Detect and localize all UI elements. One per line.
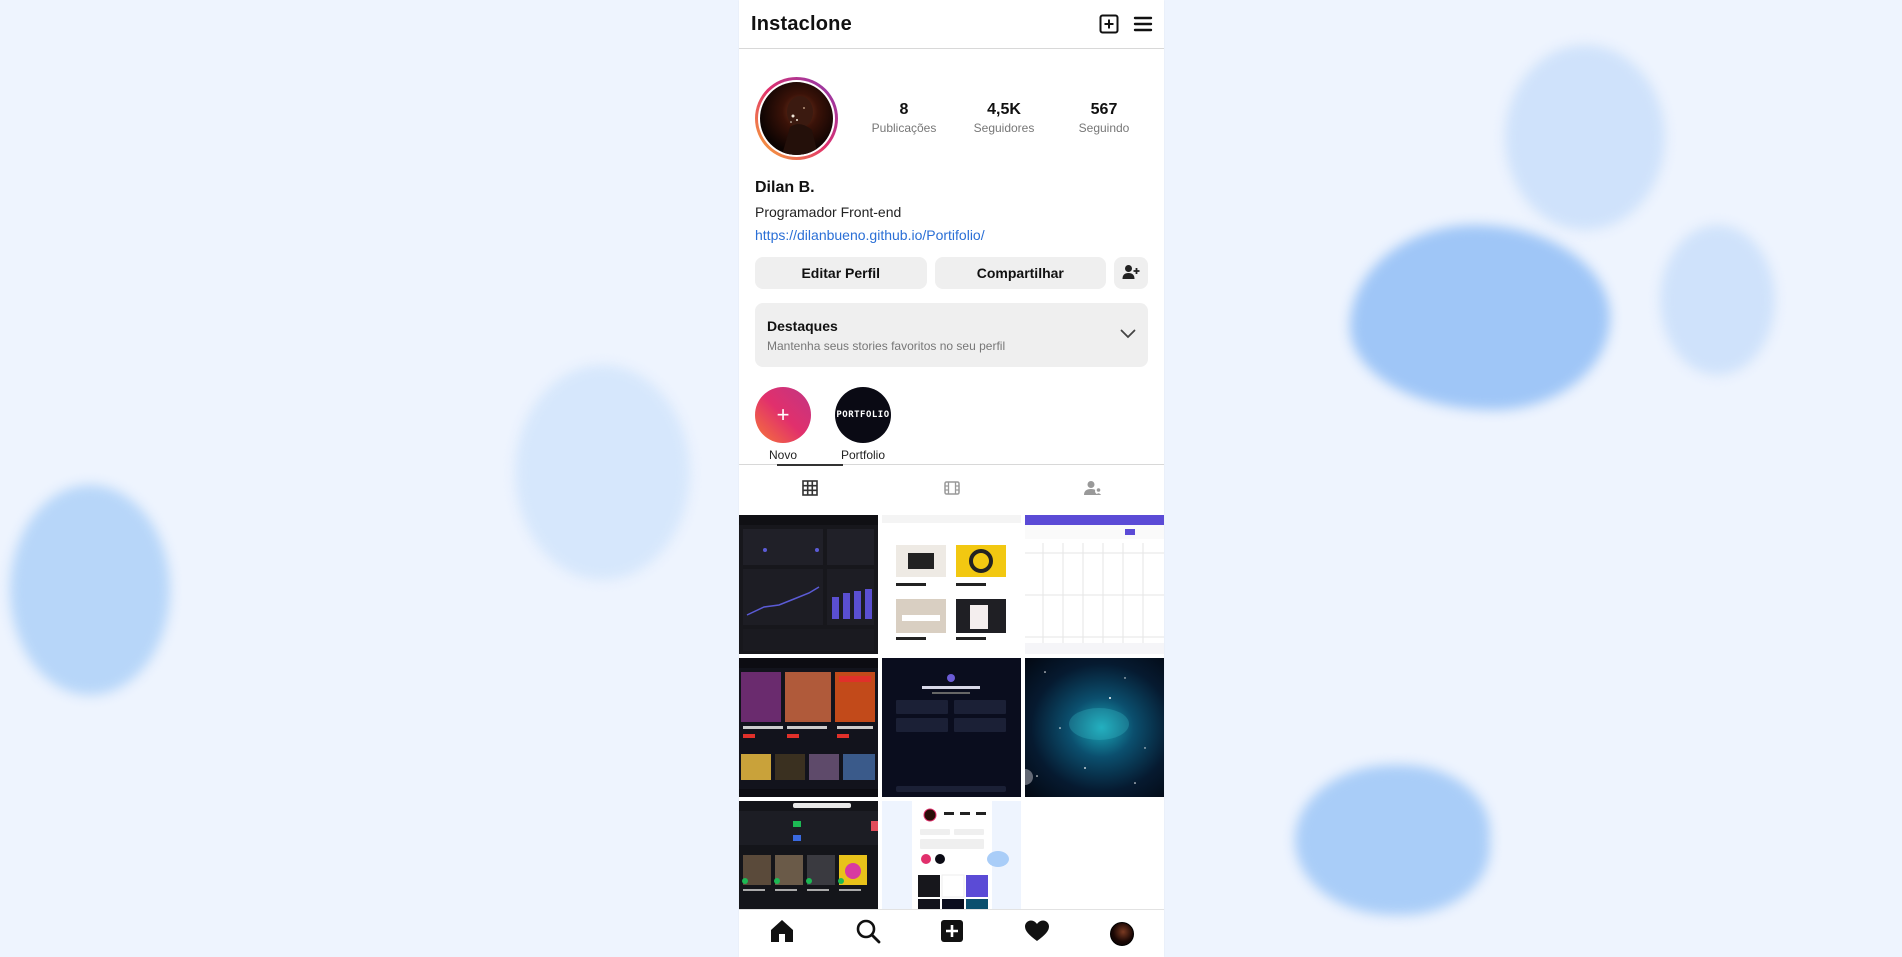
add-post-icon[interactable]	[940, 919, 964, 948]
posts-grid	[739, 515, 1164, 940]
highlights-subtitle: Mantenha seus stories favoritos no seu p…	[767, 338, 1006, 353]
profile-bio: Dilan B. Programador Front-end https://d…	[739, 167, 1164, 243]
edit-profile-button[interactable]: Editar Perfil	[755, 257, 927, 289]
background-blob	[1505, 45, 1665, 230]
background-blob	[1350, 225, 1610, 410]
app-frame: Instaclone 8 Publicações 4,5K Seguidores…	[739, 0, 1164, 957]
story-label: Portfolio	[840, 448, 886, 462]
reels-icon	[943, 480, 960, 501]
story-highlights: + Novo PORTFOLIO Portfolio	[739, 367, 1164, 462]
tab-reels[interactable]	[881, 465, 1023, 515]
add-friend-button[interactable]	[1114, 257, 1148, 289]
profile-link[interactable]: https://dilanbueno.github.io/Portifolio/	[755, 227, 1148, 243]
stat-label: Publicações	[871, 121, 937, 135]
profile-tabs	[739, 464, 1164, 515]
story-new[interactable]: + Novo	[755, 387, 811, 462]
bottom-nav	[739, 909, 1164, 957]
search-icon[interactable]	[855, 918, 881, 949]
profile-description: Programador Front-end	[755, 204, 902, 220]
post-thumbnail[interactable]	[1025, 658, 1164, 797]
background-blob	[10, 485, 170, 695]
stat-value: 567	[1090, 101, 1118, 118]
new-post-icon[interactable]	[1099, 14, 1119, 34]
tab-posts[interactable]	[739, 464, 881, 515]
tagged-icon	[1083, 480, 1103, 501]
tab-tagged[interactable]	[1022, 465, 1164, 515]
post-thumbnail[interactable]	[882, 658, 1021, 797]
stat-label: Seguindo	[1078, 121, 1130, 135]
stat-value: 4,5K	[987, 101, 1021, 118]
post-thumbnail[interactable]	[739, 658, 878, 797]
story-thumbnail: PORTFOLIO	[835, 387, 891, 443]
app-title: Instaclone	[751, 12, 852, 35]
stat-followers[interactable]: 4,5K Seguidores	[954, 101, 1054, 135]
background-blob	[1295, 765, 1490, 915]
profile-avatar[interactable]	[1110, 921, 1135, 946]
stat-posts[interactable]: 8 Publicações	[854, 101, 954, 135]
highlights-panel[interactable]: Destaques Mantenha seus stories favorito…	[755, 303, 1148, 367]
add-user-icon	[1122, 264, 1140, 283]
profile-stats: 8 Publicações 4,5K Seguidores 567 Seguin…	[854, 101, 1154, 135]
story-portfolio[interactable]: PORTFOLIO Portfolio	[835, 387, 891, 462]
plus-icon: +	[755, 387, 811, 443]
avatar[interactable]	[755, 76, 838, 160]
background-blob	[1660, 225, 1775, 375]
grid-icon	[802, 479, 818, 501]
home-icon[interactable]	[769, 918, 795, 949]
profile-actions: Editar Perfil Compartilhar	[739, 243, 1164, 289]
share-button[interactable]: Compartilhar	[934, 257, 1107, 289]
background-blob	[515, 365, 690, 580]
stat-label: Seguidores	[973, 121, 1035, 135]
stat-value: 8	[899, 101, 909, 118]
heart-icon[interactable]	[1024, 919, 1050, 948]
top-actions	[1099, 14, 1153, 34]
post-thumbnail[interactable]	[1025, 515, 1164, 654]
post-thumbnail[interactable]	[882, 515, 1021, 654]
profile-name: Dilan B.	[755, 179, 815, 196]
post-thumbnail[interactable]	[739, 515, 878, 654]
menu-icon[interactable]	[1133, 14, 1153, 34]
avatar-image	[760, 81, 833, 155]
highlights-title: Destaques	[767, 317, 838, 334]
stat-following[interactable]: 567 Seguindo	[1054, 101, 1154, 135]
top-bar: Instaclone	[739, 0, 1164, 49]
story-label: Novo	[768, 448, 797, 462]
profile-header: 8 Publicações 4,5K Seguidores 567 Seguin…	[739, 49, 1164, 167]
chevron-down-icon[interactable]	[1120, 326, 1136, 344]
